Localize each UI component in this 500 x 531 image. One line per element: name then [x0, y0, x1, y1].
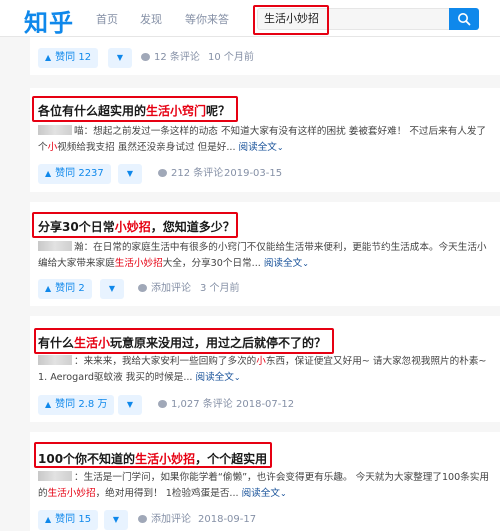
answer-date: 3 个月前 [200, 283, 240, 294]
downvote-icon: ▼ [108, 284, 116, 293]
author-avatar-blur [38, 125, 72, 135]
downvote-icon: ▼ [116, 53, 124, 62]
author-avatar-blur [38, 241, 72, 251]
comment-button[interactable]: 1,027 条评论 [158, 395, 233, 415]
author-avatar-blur [38, 471, 72, 481]
answer-date: 2018-09-17 [198, 514, 257, 525]
upvote-icon: ▲ [45, 284, 52, 293]
comment-icon [158, 400, 167, 408]
upvote-icon: ▲ [45, 515, 52, 524]
comment-icon [158, 169, 167, 177]
upvote-button[interactable]: ▲ 赞同 12 [38, 48, 99, 68]
title-highlight-box-4 [34, 442, 272, 468]
answer-card-0: ▲ 赞同 12 ▼ 12 条评论 10 个月前 [30, 37, 500, 75]
author-name: 喵 [74, 126, 84, 137]
upvote-button[interactable]: ▲ 赞同 2.8 万 [38, 395, 115, 415]
answer-date: 2019-03-15 [224, 168, 283, 179]
title-highlight-box-1 [32, 96, 238, 122]
answer-excerpt[interactable]: ：生活是一门学问，如果你能学着“偷懒”，也许会变得更有乐趣。 今天就为大家整理了… [38, 470, 494, 502]
author-avatar-blur [38, 355, 72, 365]
downvote-icon: ▼ [126, 400, 134, 409]
comment-button[interactable]: 添加评论 [138, 279, 191, 299]
chevron-down-icon: ⌄ [276, 143, 284, 152]
upvote-button[interactable]: ▲ 赞同 15 [38, 510, 99, 530]
comment-icon [138, 284, 147, 292]
downvote-button[interactable]: ▼ [100, 279, 124, 299]
upvote-icon: ▲ [45, 169, 52, 178]
answer-date: 2018-07-12 [236, 399, 295, 410]
comment-button[interactable]: 添加评论 [138, 510, 191, 530]
comment-icon [141, 53, 150, 61]
comment-button[interactable]: 212 条评论 [158, 164, 223, 184]
downvote-icon: ▼ [126, 169, 134, 178]
author-name: 瀚 [74, 242, 84, 253]
chevron-down-icon: ⌄ [233, 373, 241, 382]
answer-excerpt-cut [38, 25, 494, 41]
title-highlight-box-3 [34, 328, 334, 354]
downvote-button[interactable]: ▼ [118, 395, 142, 415]
downvote-button[interactable]: ▼ [118, 164, 142, 184]
answer-excerpt[interactable]: 喵：想起之前发过一条这样的动态 不知道大家有没有这样的困扰 姜被套好难！ 不过后… [38, 124, 494, 156]
comment-icon [138, 515, 147, 523]
downvote-button[interactable]: ▼ [108, 48, 132, 68]
chevron-down-icon: ⌄ [279, 489, 287, 498]
answer-date: 10 个月前 [208, 52, 254, 63]
downvote-button[interactable]: ▼ [104, 510, 128, 530]
answer-excerpt[interactable]: ：来来来，我给大家安利一些回购了多次的小东西，保证便宜又好用~ 请大家忽视我照片… [38, 354, 494, 386]
chevron-down-icon: ⌄ [302, 259, 309, 268]
read-more-link[interactable]: 阅读全文⌄ [239, 142, 284, 153]
upvote-icon: ▲ [45, 400, 52, 409]
read-more-link[interactable]: 阅读全文⌄ [195, 372, 240, 383]
title-highlight-box-2 [32, 212, 238, 238]
upvote-button[interactable]: ▲ 赞同 2237 [38, 164, 111, 184]
upvote-button[interactable]: ▲ 赞同 2 [38, 279, 92, 299]
upvote-icon: ▲ [45, 53, 52, 62]
read-more-link[interactable]: 阅读全文⌄ [242, 488, 287, 499]
downvote-icon: ▼ [112, 515, 120, 524]
search-icon [458, 13, 471, 26]
comment-button[interactable]: 12 条评论 [141, 48, 200, 68]
answer-excerpt[interactable]: 瀚：在日常的家庭生活中有很多的小窍门不仅能给生活带来便利，更能节约生活成本。今天… [38, 240, 494, 272]
read-more-link[interactable]: 阅读全文⌄ [264, 258, 309, 269]
